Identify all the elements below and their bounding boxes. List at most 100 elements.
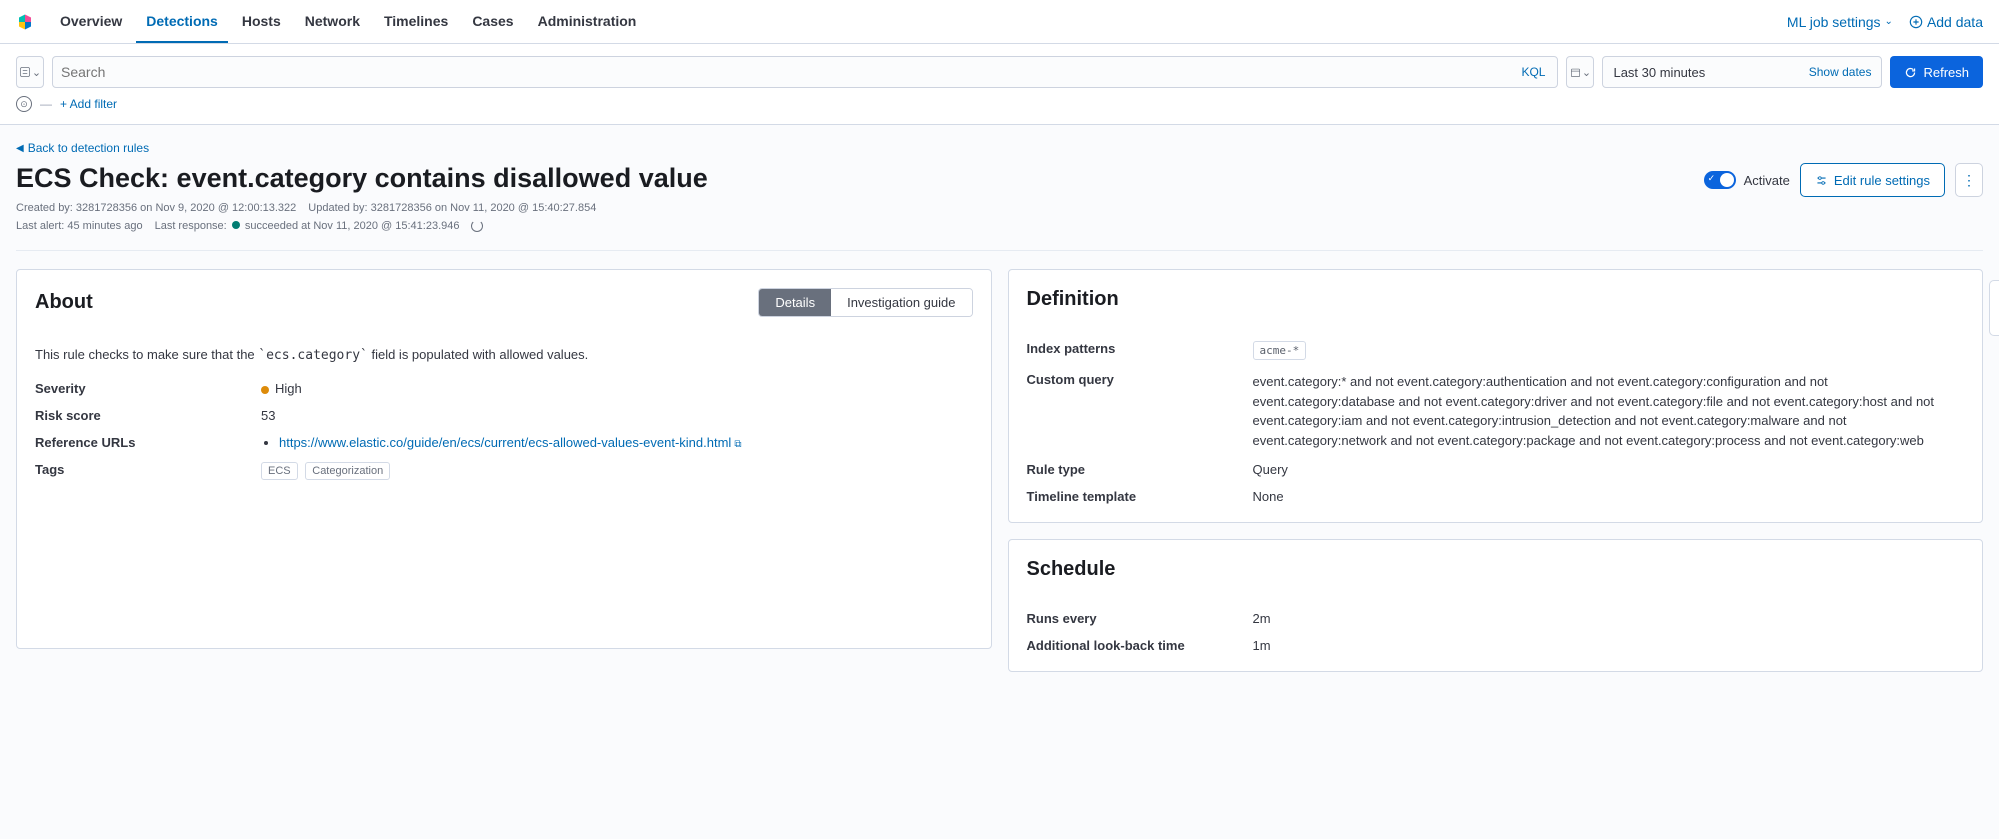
edit-rule-label: Edit rule settings — [1834, 173, 1930, 188]
top-nav: Overview Detections Hosts Network Timeli… — [0, 0, 1999, 44]
header-actions: ✓ Activate Edit rule settings ⋮ — [1704, 163, 1983, 197]
separator — [16, 250, 1983, 251]
saved-query-icon[interactable]: ⊙ — [16, 96, 32, 112]
page-header: ECS Check: event.category contains disal… — [16, 163, 1983, 232]
calendar-icon — [1570, 67, 1581, 78]
row-index: Index patterns acme-* — [1027, 341, 1965, 360]
nav-tab-administration[interactable]: Administration — [528, 1, 647, 43]
about-title: About — [35, 291, 93, 314]
tab-investigation-guide[interactable]: Investigation guide — [831, 289, 971, 316]
runs-value: 2m — [1253, 611, 1965, 626]
nav-left: Overview Detections Hosts Network Timeli… — [16, 1, 646, 43]
query-label: Custom query — [1027, 372, 1253, 387]
search-filter-button[interactable]: ⌄ — [16, 56, 44, 88]
about-header: About Details Investigation guide — [35, 288, 973, 317]
panels: About Details Investigation guide This r… — [16, 269, 1983, 672]
schedule-title: Schedule — [1027, 558, 1116, 581]
row-severity: Severity High — [35, 381, 973, 396]
last-response-label: Last response: — [155, 220, 227, 232]
edit-rule-button[interactable]: Edit rule settings — [1800, 163, 1945, 197]
more-actions-button[interactable]: ⋮ — [1955, 163, 1983, 197]
about-description: This rule checks to make sure that the `… — [35, 347, 973, 363]
about-tabs: Details Investigation guide — [758, 288, 972, 317]
definition-title: Definition — [1027, 288, 1119, 311]
activate-switch-wrap: ✓ Activate — [1704, 171, 1790, 189]
header-left: ECS Check: event.category contains disal… — [16, 163, 708, 232]
date-range-picker[interactable]: Last 30 minutes Show dates — [1602, 56, 1882, 88]
nav-tab-overview[interactable]: Overview — [50, 1, 132, 43]
ref-url-item: https://www.elastic.co/guide/en/ecs/curr… — [279, 435, 973, 450]
row-timeline: Timeline template None — [1027, 489, 1965, 504]
refresh-icon — [1904, 66, 1917, 79]
search-input[interactable] — [61, 64, 1517, 80]
row-tags: Tags ECS Categorization — [35, 462, 973, 480]
show-dates-link[interactable]: Show dates — [1809, 65, 1872, 79]
lookback-value: 1m — [1253, 638, 1965, 653]
nav-tab-cases[interactable]: Cases — [462, 1, 523, 43]
page-title: ECS Check: event.category contains disal… — [16, 163, 708, 194]
query-bar: ⌄ KQL ⌄ Last 30 minutes Show dates Refre… — [0, 44, 1999, 92]
desc-post: field is populated with allowed values. — [368, 347, 588, 362]
controls-icon — [1815, 174, 1828, 187]
ref-label: Reference URLs — [35, 435, 261, 450]
date-quick-button[interactable]: ⌄ — [1566, 56, 1594, 88]
refresh-button[interactable]: Refresh — [1890, 56, 1983, 88]
created-by: Created by: 3281728356 on Nov 9, 2020 @ … — [16, 202, 296, 214]
risk-value: 53 — [261, 408, 973, 423]
activate-label: Activate — [1744, 173, 1790, 188]
add-filter-link[interactable]: + Add filter — [60, 97, 117, 111]
nav-tab-timelines[interactable]: Timelines — [374, 1, 458, 43]
ref-value: https://www.elastic.co/guide/en/ecs/curr… — [261, 435, 973, 450]
dots-vertical-icon: ⋮ — [1962, 173, 1976, 187]
check-icon: ✓ — [1708, 173, 1716, 184]
definition-panel: Definition Index patterns acme-* Custom … — [1008, 269, 1984, 523]
row-risk: Risk score 53 — [35, 408, 973, 423]
meta-line-1: Created by: 3281728356 on Nov 9, 2020 @ … — [16, 202, 708, 214]
nav-tab-detections[interactable]: Detections — [136, 1, 228, 43]
chevron-down-icon: ⌄ — [1582, 66, 1591, 79]
index-value: acme-* — [1253, 341, 1965, 360]
row-query: Custom query event.category:* and not ev… — [1027, 372, 1965, 450]
back-label: Back to detection rules — [28, 141, 149, 155]
index-pattern-pill[interactable]: acme-* — [1253, 341, 1307, 360]
search-container[interactable]: KQL — [52, 56, 1558, 88]
timeline-value: None — [1253, 489, 1965, 504]
schedule-panel: Schedule Runs every 2m Additional look-b… — [1008, 539, 1984, 672]
tag-ecs[interactable]: ECS — [261, 462, 298, 480]
query-value: event.category:* and not event.category:… — [1253, 372, 1965, 450]
meta-line-2: Last alert: 45 minutes ago Last response… — [16, 220, 708, 232]
tag-categorization[interactable]: Categorization — [305, 462, 390, 480]
refresh-status-icon[interactable] — [471, 220, 483, 232]
add-data-link[interactable]: Add data — [1909, 14, 1983, 30]
desc-code: `ecs.category` — [258, 348, 368, 363]
desc-pre: This rule checks to make sure that the — [35, 347, 258, 362]
activate-switch[interactable]: ✓ — [1704, 171, 1736, 189]
row-ref: Reference URLs https://www.elastic.co/gu… — [35, 435, 973, 450]
chevron-down-icon: ⌄ — [32, 66, 41, 79]
severity-label: Severity — [35, 381, 261, 396]
filter-options-icon — [19, 66, 31, 78]
tags-value: ECS Categorization — [261, 462, 973, 480]
refresh-label: Refresh — [1923, 65, 1969, 80]
app-logo-icon — [16, 13, 34, 31]
definition-header: Definition — [1027, 288, 1965, 311]
back-link[interactable]: ◀︎ Back to detection rules — [16, 141, 1983, 155]
tab-details[interactable]: Details — [759, 289, 831, 316]
type-value: Query — [1253, 462, 1965, 477]
external-link-icon: ⧉ — [734, 439, 741, 450]
nav-tab-hosts[interactable]: Hosts — [232, 1, 291, 43]
lookback-label: Additional look-back time — [1027, 638, 1253, 653]
about-panel: About Details Investigation guide This r… — [16, 269, 992, 649]
row-type: Rule type Query — [1027, 462, 1965, 477]
timeline-flyout-tab[interactable] — [1989, 280, 1999, 336]
type-label: Rule type — [1027, 462, 1253, 477]
nav-tab-network[interactable]: Network — [295, 1, 370, 43]
ml-job-settings-link[interactable]: ML job settings ⌄ — [1787, 14, 1893, 30]
nav-right: ML job settings ⌄ Add data — [1787, 14, 1983, 30]
runs-label: Runs every — [1027, 611, 1253, 626]
index-label: Index patterns — [1027, 341, 1253, 356]
ref-url-link[interactable]: https://www.elastic.co/guide/en/ecs/curr… — [279, 435, 741, 450]
kql-toggle[interactable]: KQL — [1517, 65, 1549, 79]
dash-sep: — — [40, 97, 52, 111]
severity-value: High — [261, 381, 973, 396]
